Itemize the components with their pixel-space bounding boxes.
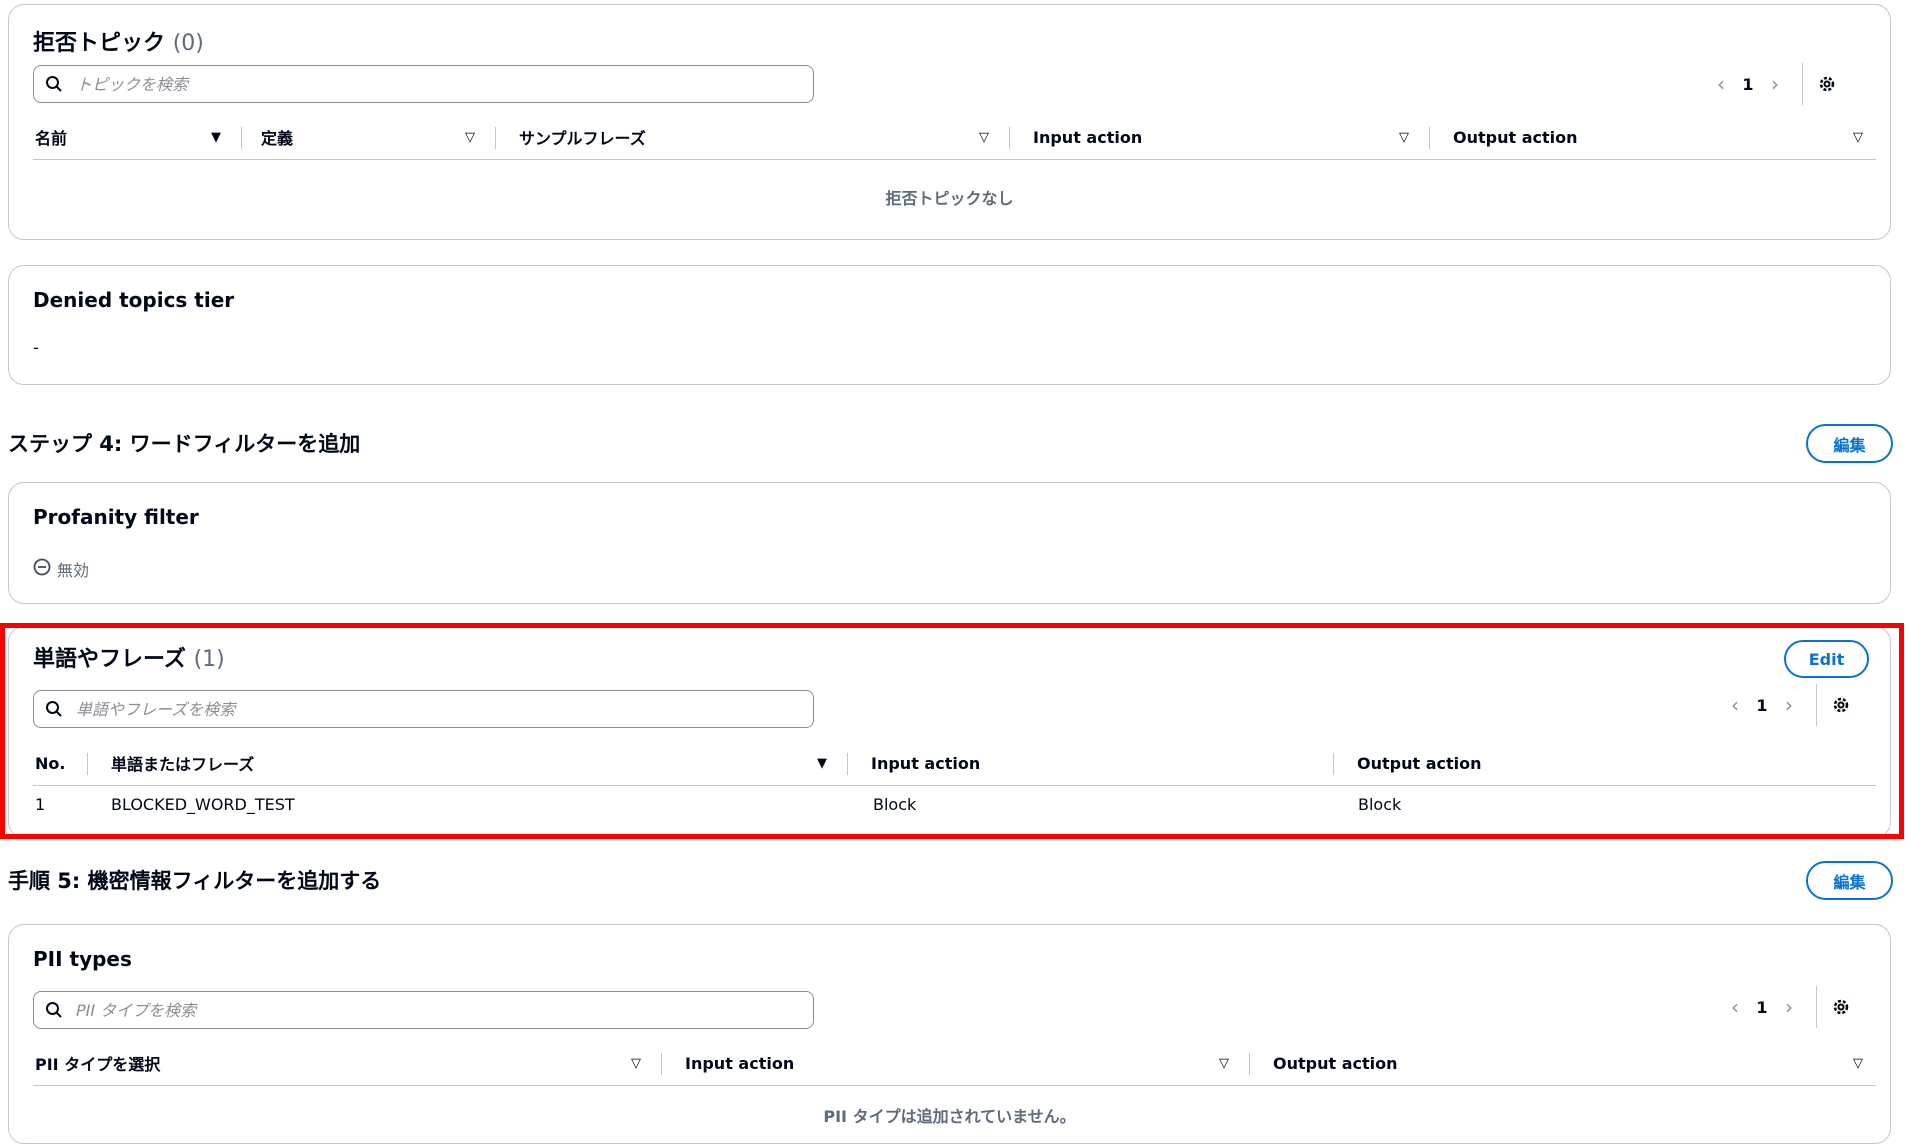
words-count: (1) (193, 647, 225, 672)
column-divider (847, 753, 848, 775)
pii-search[interactable] (33, 991, 814, 1029)
column-divider (661, 1053, 662, 1075)
words-title: 単語やフレーズ (1) (33, 641, 225, 673)
col-output-action[interactable]: Output action (1453, 115, 1578, 159)
col-input-action[interactable]: Input action (871, 741, 980, 785)
col-word-phrase[interactable]: 単語またはフレーズ (111, 741, 254, 785)
pii-types-card: PII types ‹ 1 › PII タイプを選択 ▽ Input actio… (8, 924, 1891, 1144)
col-input-action[interactable]: Input action (1033, 115, 1142, 159)
prev-page-icon[interactable]: ‹ (1708, 72, 1734, 96)
denied-topics-card: 拒否トピック (0) ‹ 1 › 名前 ▼ 定義 ▽ サンプルフレーズ ▽ In… (8, 4, 1891, 240)
denied-topics-pagination: ‹ 1 › (1708, 63, 1841, 105)
pii-search-input[interactable] (74, 999, 813, 1021)
sort-icon[interactable]: ▽ (1219, 1041, 1229, 1085)
col-number[interactable]: No. (35, 741, 65, 785)
step4-edit-button[interactable]: 編集 (1806, 424, 1893, 463)
pii-types-title: PII types (33, 947, 132, 971)
page-number[interactable]: 1 (1734, 75, 1762, 94)
sort-icon[interactable]: ▽ (1853, 1041, 1863, 1085)
col-definition[interactable]: 定義 (261, 115, 293, 159)
page-number[interactable]: 1 (1748, 998, 1776, 1017)
col-pii-type[interactable]: PII タイプを選択 (35, 1041, 160, 1085)
search-icon (34, 75, 74, 93)
denied-topics-title: 拒否トピック (0) (33, 25, 204, 57)
next-page-icon[interactable]: › (1762, 72, 1788, 96)
col-input-action[interactable]: Input action (685, 1041, 794, 1085)
row-output-action: Block (1358, 795, 1402, 814)
words-phrases-card: 単語やフレーズ (1) Edit ‹ 1 › No. 単語またはフレーズ ▼ I… (8, 626, 1891, 838)
sort-icon[interactable]: ▽ (631, 1041, 641, 1085)
words-table-header: No. 単語またはフレーズ ▼ Input action Output acti… (33, 741, 1876, 786)
col-name[interactable]: 名前 (35, 115, 67, 159)
denied-topics-count: (0) (172, 31, 204, 56)
next-page-icon[interactable]: › (1776, 693, 1802, 717)
settings-gear-icon[interactable] (1827, 997, 1855, 1017)
col-output-action[interactable]: Output action (1273, 1041, 1398, 1085)
denied-topics-tier-label: Denied topics tier (33, 288, 235, 312)
denied-topics-search[interactable] (33, 65, 814, 103)
row-word: BLOCKED_WORD_TEST (111, 795, 295, 814)
words-search-input[interactable] (74, 698, 813, 720)
settings-gear-icon[interactable] (1827, 695, 1855, 715)
settings-gear-icon[interactable] (1813, 74, 1841, 94)
sort-icon[interactable]: ▽ (1399, 115, 1409, 159)
pager-divider (1802, 63, 1803, 105)
denied-topics-table-header: 名前 ▼ 定義 ▽ サンプルフレーズ ▽ Input action ▽ Outp… (33, 115, 1876, 160)
search-icon (34, 700, 74, 718)
step5-edit-button[interactable]: 編集 (1806, 861, 1893, 900)
column-divider (87, 753, 88, 775)
pager-divider (1816, 684, 1817, 726)
row-input-action: Block (873, 795, 917, 814)
prev-page-icon[interactable]: ‹ (1722, 693, 1748, 717)
empty-state: PII タイプは追加されていません。 (823, 1107, 1076, 1126)
column-divider (495, 127, 496, 149)
column-divider (1249, 1053, 1250, 1075)
step5-title: 手順 5: 機密情報フィルターを追加する (8, 869, 382, 893)
pii-table-header: PII タイプを選択 ▽ Input action ▽ Output actio… (33, 1041, 1876, 1086)
profanity-filter-label: Profanity filter (33, 505, 199, 529)
denied-topics-title-text: 拒否トピック (33, 31, 166, 56)
denied-topics-search-input[interactable] (74, 73, 813, 95)
empty-state: 拒否トピックなし (885, 189, 1014, 208)
page-number[interactable]: 1 (1748, 696, 1776, 715)
words-search[interactable] (33, 690, 814, 728)
next-page-icon[interactable]: › (1776, 995, 1802, 1019)
sort-desc-filled-icon[interactable]: ▼ (211, 115, 221, 159)
col-output-action[interactable]: Output action (1357, 741, 1482, 785)
step4-title: ステップ 4: ワードフィルターを追加 (8, 432, 361, 456)
denied-topics-tier-card: Denied topics tier - (8, 265, 1891, 385)
profanity-status-text: 無効 (57, 561, 90, 580)
column-divider (1333, 753, 1334, 775)
words-pagination: ‹ 1 › (1722, 684, 1855, 726)
sort-icon[interactable]: ▽ (979, 115, 989, 159)
row-number: 1 (35, 795, 46, 814)
pager-divider (1816, 986, 1817, 1028)
column-divider (1009, 127, 1010, 149)
sort-icon[interactable]: ▽ (465, 115, 475, 159)
pii-pagination: ‹ 1 › (1722, 986, 1855, 1028)
disabled-circle-icon (33, 558, 51, 580)
search-icon (34, 1001, 74, 1019)
profanity-status: 無効 (33, 557, 89, 581)
words-edit-button[interactable]: Edit (1784, 640, 1869, 678)
denied-topics-tier-value: - (33, 338, 39, 357)
col-sample-phrases[interactable]: サンプルフレーズ (519, 115, 646, 159)
words-title-text: 単語やフレーズ (33, 647, 186, 672)
profanity-filter-card: Profanity filter 無効 (8, 482, 1891, 604)
sort-desc-filled-icon[interactable]: ▼ (817, 741, 827, 785)
column-divider (241, 127, 242, 149)
prev-page-icon[interactable]: ‹ (1722, 995, 1748, 1019)
column-divider (1429, 127, 1430, 149)
sort-icon[interactable]: ▽ (1853, 115, 1863, 159)
